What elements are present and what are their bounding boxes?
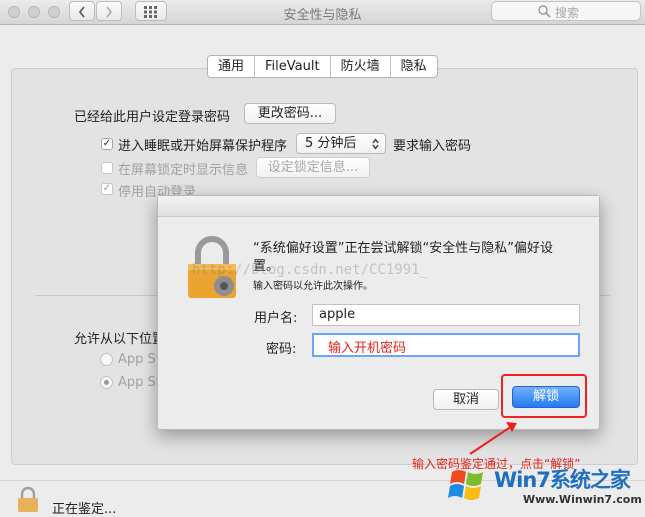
cancel-button[interactable]: 取消 [433, 389, 499, 410]
app-store-identified-label: App St [118, 375, 161, 390]
username-label: 用户名: [254, 311, 298, 326]
password-field[interactable]: 输入开机密码 [312, 333, 580, 357]
search-icon [538, 5, 551, 18]
search-placeholder: 搜索 [555, 6, 580, 20]
require-password-suffix: 要求输入密码 [393, 139, 472, 154]
lock-message-checkbox[interactable] [101, 162, 113, 174]
allow-apps-label: 允许从以下位置 [74, 332, 166, 347]
annotation-arrow [469, 422, 517, 455]
brand-name: Win7系统之家 [494, 468, 631, 492]
dialog-titlebar [158, 196, 599, 217]
tab-general[interactable]: 通用 [208, 56, 256, 77]
updown-arrows-icon [372, 138, 379, 150]
tab-privacy[interactable]: 隐私 [391, 56, 437, 77]
brand-url: Www.Winwin7.com [523, 493, 642, 506]
set-lock-message-button[interactable]: 设定锁定信息... [256, 157, 370, 178]
tab-bar: 通用 FileVault 防火墙 隐私 [207, 55, 438, 78]
sleep-screensaver-label: 进入睡眠或开始屏幕保护程序 [118, 139, 288, 154]
search-field[interactable]: 搜索 [491, 1, 641, 21]
title-bar: 安全性与隐私 搜索 [0, 0, 645, 25]
lock-message-label: 在屏幕锁定时显示信息 [118, 163, 249, 178]
disable-auto-login-checkbox[interactable]: ✓ [101, 183, 113, 195]
watermark: http://blog.csdn.net/CC1991_ [192, 262, 429, 278]
tab-filevault[interactable]: FileVault [255, 56, 331, 77]
status-text: 正在鉴定... [52, 502, 117, 517]
password-hint: 输入开机密码 [328, 341, 407, 356]
username-field[interactable]: apple [312, 304, 580, 326]
windows-logo-icon [448, 470, 483, 500]
password-delay-value: 5 分钟后 [305, 136, 357, 151]
dialog-subtitle: 输入密码以允许此次操作。 [253, 281, 373, 292]
unlock-button[interactable]: 解锁 [512, 386, 580, 408]
login-password-label: 已经给此用户设定登录密码 [74, 110, 231, 125]
change-password-button[interactable]: 更改密码... [244, 103, 336, 124]
password-delay-select[interactable]: 5 分钟后 [296, 133, 386, 154]
dialog-title-line1: “系统偏好设置”正在尝试解锁“安全性与隐私”偏好设 [253, 241, 553, 256]
sleep-screensaver-checkbox[interactable]: ✓ [101, 138, 113, 150]
app-store-radio[interactable] [100, 353, 113, 366]
app-store-identified-radio[interactable] [100, 376, 113, 389]
password-label: 密码: [266, 342, 297, 357]
username-value: apple [319, 307, 356, 322]
lock-icon[interactable] [16, 486, 40, 514]
tab-firewall[interactable]: 防火墙 [331, 56, 391, 77]
app-store-option-label: App St [118, 352, 161, 367]
